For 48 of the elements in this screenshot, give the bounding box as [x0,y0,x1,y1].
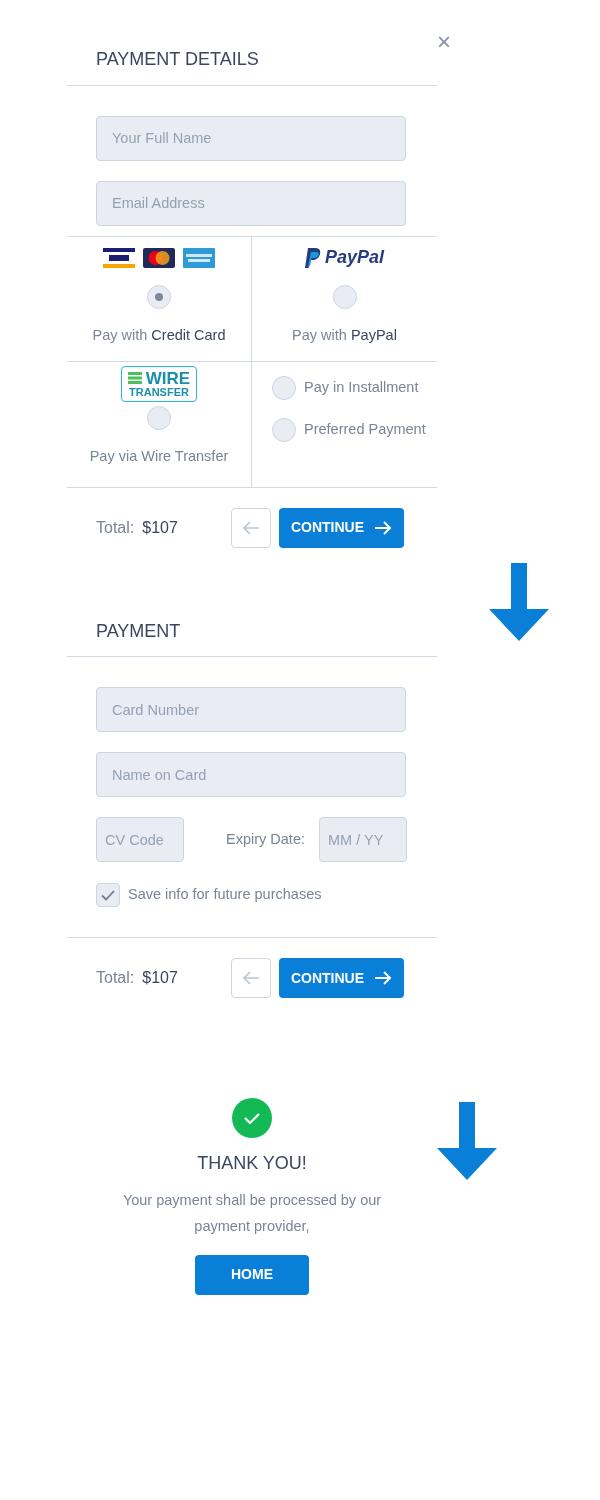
total-amount: $107 [142,968,178,989]
section-title: PAYMENT DETAILS [95,48,260,71]
continue-button[interactable]: CONTINUE [279,507,404,548]
method-label: Pay with PayPal [292,325,397,345]
radio-button[interactable] [147,284,171,309]
check-icon [101,889,115,901]
back-button[interactable] [231,507,271,548]
checkbox[interactable] [96,883,120,908]
total-amount: $107 [142,517,178,538]
text-field[interactable]: Email Address [96,180,406,226]
thank-you-title: THANK YOU! [197,1152,307,1175]
expiry-label: Expiry Date: [226,829,305,849]
cv-code-field[interactable]: CV Code [96,817,184,863]
total-label: Total: [96,968,135,989]
text-field[interactable]: Your Full Name [96,115,406,161]
back-button[interactable] [231,958,271,999]
text-field[interactable]: Card Number [96,687,406,733]
home-button[interactable]: HOME [195,1254,309,1295]
stripes-icon [127,372,142,385]
right-arrow-icon [374,971,393,986]
expiry-field[interactable]: MM / YY [319,817,407,863]
paypal-icon [304,247,321,268]
paypal-logo: PayPal [324,246,384,270]
down-arrow-icon [437,1102,497,1181]
radio-button[interactable] [272,375,296,400]
card-icon [143,247,175,268]
wire-transfer-logo: WIRE TRANSFER [120,365,198,402]
section-title: PAYMENT [95,619,182,643]
text-field[interactable]: Name on Card [96,752,406,798]
option-label: Preferred Payment [304,419,426,439]
radio-button[interactable] [332,284,357,309]
card-icon [183,247,215,268]
down-arrow-icon [488,562,549,641]
option-label: Pay in Installment [304,377,419,397]
continue-button[interactable]: CONTINUE [279,958,404,999]
radio-button[interactable] [147,405,171,430]
right-arrow-icon [374,520,393,535]
checkbox-label: Save info for future purchases [128,885,322,905]
card-icon [103,247,135,268]
method-label: Pay with Credit Card [92,325,226,345]
radio-button[interactable] [272,417,296,442]
confirmation-message: Your payment shall be processed by our payment provider, [121,1190,383,1236]
back-arrow-icon [242,971,260,986]
close-button[interactable]: × [437,30,451,54]
total-label: Total: [96,517,135,538]
method-label: Pay via Wire Transfer [89,446,229,466]
success-check-icon [232,1098,272,1139]
back-arrow-icon [242,520,260,535]
